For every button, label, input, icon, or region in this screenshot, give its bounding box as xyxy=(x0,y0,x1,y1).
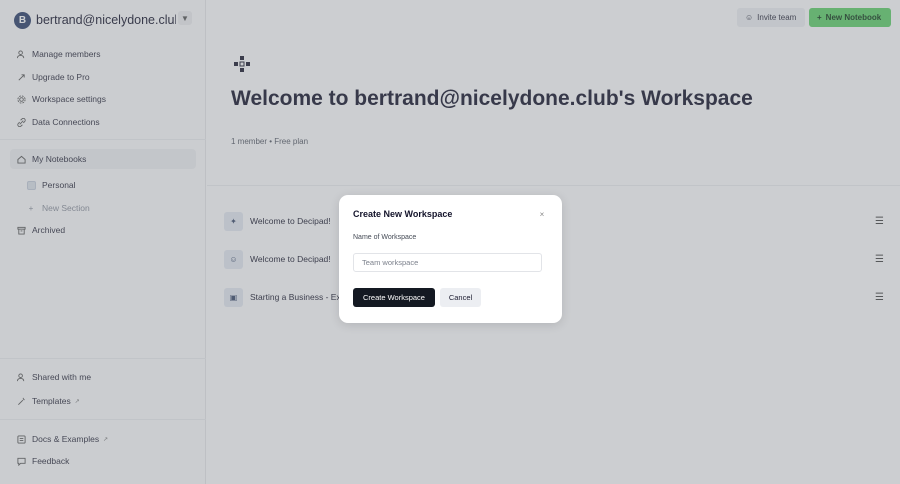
create-workspace-button[interactable]: Create Workspace xyxy=(353,288,435,307)
dialog-title: Create New Workspace xyxy=(353,209,453,219)
close-icon[interactable]: × xyxy=(537,210,547,220)
create-workspace-dialog: Create New Workspace × Name of Workspace… xyxy=(339,195,562,323)
cancel-button[interactable]: Cancel xyxy=(440,288,481,307)
workspace-name-label: Name of Workspace xyxy=(353,234,417,241)
workspace-name-input[interactable] xyxy=(353,253,542,272)
